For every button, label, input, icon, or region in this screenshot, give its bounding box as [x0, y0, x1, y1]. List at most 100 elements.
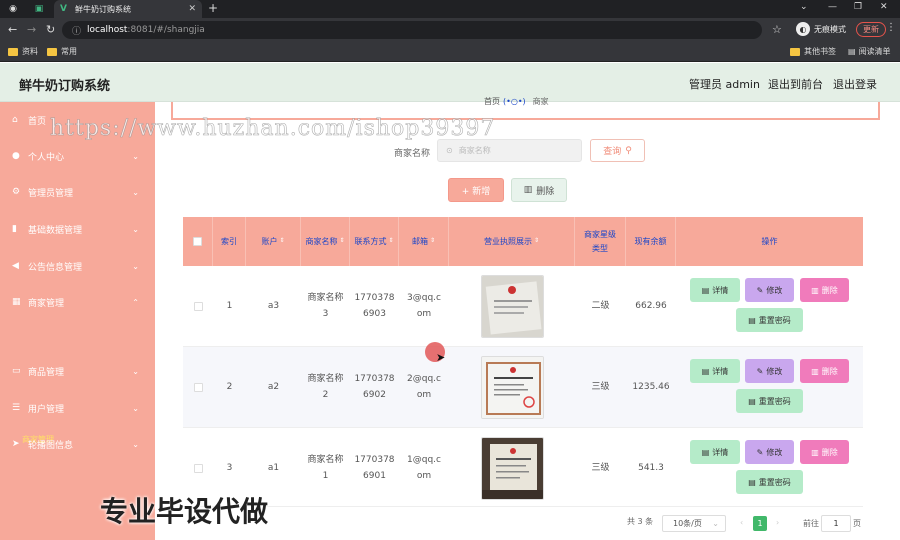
row-checkbox[interactable] — [193, 464, 203, 473]
active-tab[interactable]: V 鲜牛奶订购系统 ✕ — [54, 0, 202, 18]
add-button[interactable]: + 新增 — [448, 178, 504, 202]
goto-page-input[interactable]: 1 — [821, 515, 851, 532]
select-all-checkbox-cell[interactable] — [183, 217, 213, 266]
reset-password-button[interactable]: ▤ 重置密码 — [736, 308, 803, 332]
bookmark-folder[interactable]: 常用 — [47, 46, 77, 57]
col-balance[interactable]: 现有余额 — [626, 217, 676, 266]
sidebar-item-label: 基础数据管理 — [28, 225, 83, 236]
table-row[interactable]: 3 a1 商家名称 1 1770378 6901 1@qq.c om 三级 54… — [183, 428, 863, 507]
chevron-down-icon[interactable]: ⌄ — [800, 2, 808, 12]
bookmark-folder[interactable]: 其他书签 — [790, 46, 836, 57]
col-label: 营业执照展示 — [483, 236, 532, 246]
row-checkbox-cell[interactable] — [183, 266, 213, 347]
sort-icon[interactable]: ⇕ — [534, 236, 539, 246]
folder-icon — [790, 47, 800, 56]
col-license[interactable]: 营业执照展示 ⇕ — [449, 217, 575, 266]
prev-page-icon[interactable]: ‹ — [740, 518, 743, 527]
table-row[interactable]: 2 a2 商家名称 2 1770378 6902 2@qq.c om 三级 12… — [183, 347, 863, 428]
incognito-profile[interactable]: ◐ 无痕模式 — [796, 22, 846, 36]
delete-label: 删除 — [821, 285, 838, 295]
document-icon: ▤ — [701, 285, 710, 295]
restore-icon[interactable]: ❐ — [854, 2, 862, 12]
sidebar-item-carousel[interactable]: ➤ 轮播图信息 ⌄ — [0, 426, 155, 462]
back-icon[interactable]: ← — [8, 23, 17, 36]
github-icon[interactable]: ◉ — [6, 2, 20, 16]
profile-label: 无痕模式 — [814, 24, 846, 34]
sidebar-item-products[interactable]: ▭ 商品管理 ⌄ — [0, 353, 155, 389]
batch-delete-button[interactable]: ▥ 删除 — [511, 178, 567, 202]
cell-level: 三级 — [591, 381, 610, 392]
new-tab-icon[interactable]: + — [208, 1, 218, 15]
more-menu-icon[interactable]: ⋮ — [886, 22, 896, 33]
reload-icon[interactable]: ↻ — [46, 23, 55, 36]
update-button[interactable]: 更新 — [856, 22, 886, 37]
minimize-icon[interactable]: — — [828, 2, 837, 12]
edit-button[interactable]: ✎ 修改 — [745, 359, 794, 383]
reset-password-button[interactable]: ▤ 重置密码 — [736, 389, 803, 413]
sidebar-item-merchants[interactable]: ▦ 商家管理 ⌃ — [0, 284, 155, 320]
close-window-icon[interactable]: ✕ — [880, 2, 888, 12]
edit-label: 修改 — [766, 366, 783, 376]
license-image[interactable] — [480, 275, 544, 338]
sort-icon[interactable]: ⇕ — [430, 236, 435, 246]
col-account[interactable]: 账户 ⇕ — [246, 217, 301, 266]
page-number-current[interactable]: 1 — [753, 516, 767, 531]
license-image[interactable] — [480, 356, 544, 419]
edit-button[interactable]: ✎ 修改 — [745, 440, 794, 464]
bookmark-star-icon[interactable]: ☆ — [772, 23, 782, 36]
reset-password-button[interactable]: ▤ 重置密码 — [736, 470, 803, 494]
row-checkbox[interactable] — [193, 302, 203, 311]
search-input[interactable]: ⊙ 商家名称 — [437, 139, 582, 162]
reading-list-icon: ▤ — [848, 47, 856, 56]
table-row[interactable]: 1 a3 商家名称 3 1770378 6903 3@qq.c om 二级 66… — [183, 266, 863, 347]
sidebar-item-base-data[interactable]: ▮ 基础数据管理 ⌄ — [0, 211, 155, 247]
detail-button[interactable]: ▤ 详情 — [690, 278, 740, 302]
detail-button[interactable]: ▤ 详情 — [690, 440, 740, 464]
chevron-down-icon: ⌄ — [132, 151, 139, 161]
col-level[interactable]: 商家星级 类型 — [575, 217, 626, 266]
query-button[interactable]: 查询 ⚲ — [590, 139, 645, 162]
breadcrumb-home[interactable]: 首页 — [484, 96, 500, 107]
bookmark-folder[interactable]: 资料 — [8, 46, 38, 57]
delete-button[interactable]: ▥ 删除 — [800, 278, 849, 302]
next-page-icon[interactable]: › — [776, 518, 779, 527]
col-phone[interactable]: 联系方式 ⇕ — [350, 217, 399, 266]
license-image[interactable] — [480, 437, 544, 500]
row-checkbox-cell[interactable] — [183, 428, 213, 509]
col-label: 联系方式 — [354, 236, 387, 246]
chevron-down-icon: ⌄ — [712, 519, 719, 528]
forward-icon[interactable]: → — [27, 23, 36, 36]
license-image-graphic — [481, 357, 543, 418]
search-icon: ⚲ — [625, 145, 632, 156]
row-checkbox[interactable] — [193, 383, 203, 392]
sort-icon[interactable]: ⇕ — [339, 236, 344, 246]
page-size-select[interactable]: 10条/页 ⌄ — [662, 515, 726, 532]
sidebar-item-admins[interactable]: ⚙ 管理员管理 ⌄ — [0, 174, 155, 210]
row-checkbox-cell[interactable] — [183, 347, 213, 428]
list-icon: ▭ — [12, 366, 21, 376]
edit-button[interactable]: ✎ 修改 — [745, 278, 794, 302]
sort-icon[interactable]: ⇕ — [388, 236, 393, 246]
sidebar-item-profile[interactable]: ● 个人中心 ⌄ — [0, 138, 155, 174]
chevron-down-icon: ⌄ — [132, 261, 139, 271]
col-email[interactable]: 邮箱 ⇕ — [399, 217, 449, 266]
reading-list[interactable]: ▤ 阅读清单 — [848, 46, 891, 57]
col-index[interactable]: 索引 — [213, 217, 246, 266]
sidebar-item-notices[interactable]: ◀ 公告信息管理 ⌄ — [0, 248, 155, 284]
detail-button[interactable]: ▤ 详情 — [690, 359, 740, 383]
logout-link[interactable]: 退出登录 — [833, 76, 877, 92]
sidebar-item-users[interactable]: ☰ 用户管理 ⌄ — [0, 390, 155, 426]
close-tab-icon[interactable]: ✕ — [188, 4, 196, 14]
search-icon: ⊙ — [446, 146, 453, 155]
back-to-front-link[interactable]: 退出到前台 — [768, 76, 823, 92]
url-host: localhost — [87, 25, 128, 35]
sort-icon[interactable]: ⇕ — [279, 236, 284, 246]
delete-button[interactable]: ▥ 删除 — [800, 359, 849, 383]
select-all-checkbox[interactable] — [193, 237, 202, 246]
col-ops: 操作 — [676, 217, 863, 266]
delete-button[interactable]: ▥ 删除 — [800, 440, 849, 464]
app-tab-icon[interactable]: ▣ — [32, 2, 46, 16]
url-field[interactable]: ⓘ localhost :8081/#/shangjia — [62, 21, 762, 39]
col-name[interactable]: 商家名称 ⇕ — [301, 217, 350, 266]
sidebar-item-home[interactable]: ⌂ 首页 — [0, 102, 155, 138]
